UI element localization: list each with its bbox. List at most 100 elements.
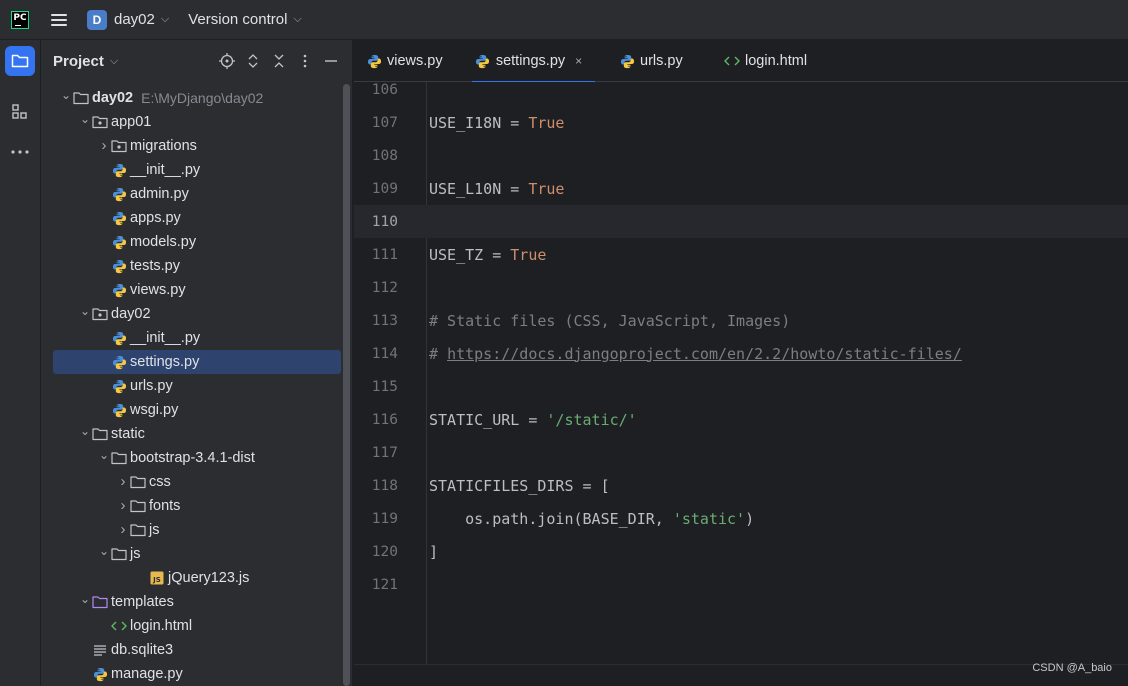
expand-all-icon[interactable]: [244, 52, 262, 70]
folder-icon: [111, 450, 127, 466]
tree-item-label: fonts: [149, 498, 181, 514]
code-line[interactable]: 118 STATICFILES_DIRS = [: [354, 469, 1128, 502]
structure-tool-button[interactable]: [5, 97, 35, 127]
chevron-right-icon[interactable]: ›: [97, 137, 111, 154]
code-line[interactable]: 113 # Static files (CSS, JavaScript, Imag…: [354, 304, 1128, 337]
tree-item-label: views.py: [130, 282, 186, 298]
tree-item[interactable]: ⌄ day02 E:\MyDjango\day02: [53, 86, 341, 110]
code-line[interactable]: 107 USE_I18N = True: [354, 106, 1128, 139]
chevron-down-icon[interactable]: ⌄: [78, 112, 92, 126]
main-menu-icon[interactable]: [51, 13, 67, 26]
chevron-down-icon[interactable]: ⌄: [97, 448, 111, 462]
tree-item[interactable]: ⌄ bootstrap-3.4.1-dist: [53, 446, 341, 470]
line-number: 117: [371, 444, 398, 461]
collapse-all-icon[interactable]: [270, 52, 288, 70]
tab-settings-py[interactable]: settings.py ×: [472, 40, 595, 83]
package-folder-icon: [111, 138, 127, 154]
chevron-right-icon[interactable]: ›: [116, 473, 130, 490]
tree-item[interactable]: apps.py: [53, 206, 341, 230]
tree-item[interactable]: admin.py: [53, 182, 341, 206]
code-line[interactable]: 109 USE_L10N = True: [354, 172, 1128, 205]
tree-item[interactable]: wsgi.py: [53, 398, 341, 422]
code-line[interactable]: 106: [354, 82, 1128, 106]
more-horizontal-icon: [11, 150, 29, 154]
tree-item-label: day02: [92, 90, 134, 106]
tree-item[interactable]: ⌄ templates: [53, 590, 341, 614]
tree-item[interactable]: manage.py: [53, 662, 341, 686]
locate-file-icon[interactable]: [218, 52, 236, 70]
tree-item[interactable]: views.py: [53, 278, 341, 302]
chevron-right-icon[interactable]: ›: [116, 521, 130, 538]
code-link[interactable]: https://docs.djangoproject.com/en/2.2/ho…: [447, 345, 962, 363]
code-text: # https://docs.djangoproject.com/en/2.2/…: [429, 345, 962, 363]
pycharm-logo-icon[interactable]: PC: [11, 10, 29, 29]
code-line[interactable]: 121: [354, 568, 1128, 601]
tree-item[interactable]: login.html: [53, 614, 341, 638]
chevron-right-icon[interactable]: ›: [116, 497, 130, 514]
code-line[interactable]: 112: [354, 271, 1128, 304]
code-token: True: [510, 245, 547, 264]
chevron-down-icon[interactable]: ⌄: [78, 424, 92, 438]
line-number: 119: [371, 510, 398, 527]
more-tools-button[interactable]: [5, 137, 35, 167]
tree-item[interactable]: › js: [53, 518, 341, 542]
code-token: STATICFILES_DIRS = [: [429, 476, 610, 495]
folder-icon: [73, 90, 89, 106]
tool-window-strip: [0, 40, 41, 686]
tab-label: settings.py: [495, 53, 566, 69]
tree-item[interactable]: settings.py: [53, 350, 341, 374]
code-line[interactable]: 116 STATIC_URL = '/static/': [354, 403, 1128, 436]
tab-urls-py[interactable]: urls.py: [619, 40, 683, 82]
chevron-down-icon[interactable]: ⌄: [97, 544, 111, 558]
chevron-down-icon[interactable]: ⌄: [78, 304, 92, 318]
code-token: #: [429, 344, 448, 363]
python-file-icon: [111, 210, 127, 226]
project-panel-title[interactable]: Project: [53, 53, 104, 70]
tree-scrollbar[interactable]: [343, 84, 350, 686]
close-icon[interactable]: ×: [575, 54, 582, 68]
chevron-down-icon[interactable]: ⌄: [78, 592, 92, 606]
code-token: USE_TZ =: [429, 245, 511, 264]
tree-item[interactable]: JS jQuery123.js: [53, 566, 341, 590]
tree-item[interactable]: db.sqlite3: [53, 638, 341, 662]
code-editor[interactable]: 106 107 USE_I18N = True 108 109 USE_L10N = Tr…: [354, 82, 1128, 664]
code-line[interactable]: 111 USE_TZ = True: [354, 238, 1128, 271]
code-line[interactable]: 108: [354, 139, 1128, 172]
tree-item[interactable]: ⌄ day02: [53, 302, 341, 326]
code-token: USE_L10N =: [429, 179, 529, 198]
code-line[interactable]: 114 # https://docs.djangoproject.com/en/2…: [354, 337, 1128, 370]
tab-views-py[interactable]: views.py: [366, 40, 443, 82]
tree-item[interactable]: tests.py: [53, 254, 341, 278]
version-control-menu[interactable]: Version control ⌵: [188, 11, 302, 28]
tree-item[interactable]: models.py: [53, 230, 341, 254]
chevron-down-icon[interactable]: ⌄: [59, 88, 73, 102]
chevron-down-icon[interactable]: ⌵: [110, 55, 118, 68]
tree-item[interactable]: ⌄ static: [53, 422, 341, 446]
tree-item[interactable]: › css: [53, 470, 341, 494]
tree-item[interactable]: urls.py: [53, 374, 341, 398]
tree-item[interactable]: ⌄ js: [53, 542, 341, 566]
tree-item[interactable]: › fonts: [53, 494, 341, 518]
tree-item[interactable]: __init__.py: [53, 158, 341, 182]
tree-item[interactable]: ⌄ app01: [53, 110, 341, 134]
code-line[interactable]: 120]: [354, 535, 1128, 568]
tree-item[interactable]: __init__.py: [53, 326, 341, 350]
code-line[interactable]: 115: [354, 370, 1128, 403]
line-number: 115: [371, 378, 398, 395]
tab-login-html[interactable]: login.html: [724, 40, 807, 82]
tree-item[interactable]: › migrations: [53, 134, 341, 158]
code-line[interactable]: 117: [354, 436, 1128, 469]
code-line[interactable]: 119 os.path.join(BASE_DIR, 'static'): [354, 502, 1128, 535]
project-tool-button[interactable]: [5, 46, 35, 76]
code-line[interactable]: 110: [354, 205, 1128, 238]
project-switcher[interactable]: D day02 ⌵: [87, 9, 169, 30]
tree-item-label: login.html: [130, 618, 193, 634]
code-token: os.path.join(BASE_DIR,: [429, 509, 673, 528]
options-icon[interactable]: [296, 52, 314, 70]
code-token: # Static files (CSS, JavaScript, Images): [429, 311, 791, 330]
hide-panel-icon[interactable]: [322, 52, 340, 70]
tree-item-label: db.sqlite3: [111, 642, 174, 658]
folder-icon: [130, 474, 146, 490]
